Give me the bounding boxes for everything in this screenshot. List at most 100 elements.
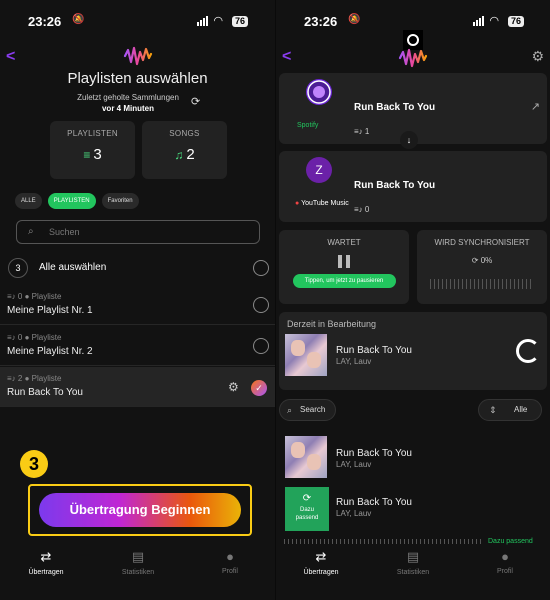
wifi-icon: ◠ — [214, 15, 223, 27]
step-number-badge: 3 — [20, 450, 48, 478]
battery-indicator: 76 — [508, 16, 525, 27]
divider-ticks — [284, 539, 484, 544]
nav-transfer[interactable]: ⇄ Übertragen — [16, 549, 76, 576]
target-track-count: ≡♪ 0 — [354, 205, 370, 214]
playlist-name: Meine Playlist Nr. 1 — [7, 305, 93, 316]
status-time: 23:26 — [304, 14, 338, 29]
filter-chip-all[interactable]: ALLE — [15, 193, 42, 209]
filter-chips: ALLE PLAYLISTEN Favoriten — [15, 193, 139, 209]
back-arrow-icon[interactable]: < — [282, 48, 291, 66]
processing-song-title: Run Back To You — [336, 345, 412, 356]
nav-transfer-label: Übertragen — [303, 569, 339, 576]
nav-statistics-label: Statistiken — [396, 569, 430, 576]
profile-icon: ● — [226, 549, 234, 564]
sync-progress-ticks — [430, 279, 534, 289]
spotify-avatar-icon — [306, 79, 332, 105]
transfer-icon: ⇄ — [315, 549, 327, 564]
signal-icon — [473, 16, 484, 26]
transfer-progress-screen: 23:26 🔕 ◠ 76 < ⚙ Spotify Run Back To You… — [275, 0, 550, 600]
playlists-stat-card: PLAYLISTEN ≡ 3 — [50, 121, 135, 179]
select-all-checkbox[interactable] — [253, 260, 269, 276]
playlist-meta: ≡♪ 0 ● Playliste — [7, 292, 62, 301]
spotify-logo: Spotify — [297, 122, 319, 129]
arrow-down-icon: ↓ — [400, 131, 418, 149]
syncing-card: WIRD SYNCHRONISIERT ⟳ 0% — [417, 230, 547, 304]
sort-icon: ⇕ — [489, 405, 497, 415]
checkmark-icon[interactable]: ✓ — [251, 380, 267, 396]
back-arrow-icon[interactable]: < — [6, 48, 15, 66]
playlists-stat-value: 3 — [93, 146, 102, 163]
refresh-icon[interactable]: ⟳ — [191, 95, 200, 108]
matched-label-partial: Dazu passend — [488, 538, 533, 545]
track-search-label: Search — [300, 405, 326, 414]
start-button-highlight: Übertragung Beginnen — [28, 484, 252, 536]
pause-icon — [338, 255, 350, 268]
track-filter-select[interactable]: ⇕ Alle — [478, 399, 542, 421]
nav-profile-label: Profil — [222, 568, 238, 575]
playlist-row[interactable]: ≡♪ 0 ● Playliste Meine Playlist Nr. 1 — [0, 285, 275, 325]
search-icon: ⌕ — [28, 226, 34, 237]
nav-profile-label: Profil — [497, 568, 513, 575]
nav-transfer[interactable]: ⇄ Übertragen — [291, 549, 351, 576]
playlist-settings-gear-icon[interactable]: ⚙ — [228, 380, 239, 394]
songs-stat-card: SONGS ♫ 2 — [142, 121, 227, 179]
filter-chip-favorites[interactable]: Favoriten — [101, 193, 139, 209]
transfer-icon: ⇄ — [40, 549, 52, 564]
waiting-label: WARTET — [327, 238, 361, 247]
playlist-selection-screen: 23:26 🔕 ◠ 76 < Playlisten auswählen Zule… — [0, 0, 275, 600]
mute-bell-icon: 🔕 — [72, 14, 85, 25]
track-search-button[interactable]: ⌕ Search — [279, 399, 336, 421]
processing-label: Derzeit in Bearbeitung — [287, 319, 377, 329]
app-logo-icon — [123, 46, 153, 66]
nav-profile[interactable]: ● Profil — [200, 549, 260, 575]
track-title: Run Back To You — [336, 497, 412, 508]
settings-gear-icon[interactable]: ⚙ — [531, 48, 544, 65]
music-note-icon: ♫ — [174, 148, 184, 162]
track-title: Run Back To You — [336, 448, 412, 459]
select-all-label: Alle auswählen — [39, 262, 107, 273]
signal-icon — [197, 16, 208, 26]
playlists-stat-label: PLAYLISTEN — [67, 129, 118, 138]
track-artist: LAY, Lauv — [336, 509, 372, 518]
target-playlist-title: Run Back To You — [354, 180, 436, 191]
nav-statistics[interactable]: ▤ Statistiken — [383, 549, 443, 576]
playlist-row[interactable]: ≡♪ 0 ● Playliste Meine Playlist Nr. 2 — [0, 326, 275, 366]
start-transfer-button[interactable]: Übertragung Beginnen — [39, 493, 241, 527]
loading-spinner-icon — [516, 339, 540, 363]
songs-stat-label: SONGS — [169, 129, 200, 138]
search-icon: ⌕ — [287, 405, 293, 415]
matched-badge: ⟳ Dazu passend — [285, 487, 329, 531]
stats-icon: ▤ — [406, 549, 420, 564]
target-playlist-card[interactable]: Z ● YouTube Music Run Back To You ≡♪ 0 — [279, 151, 547, 222]
search-input[interactable]: ⌕ Suchen — [16, 220, 260, 244]
matched-badge-label: Dazu passend — [295, 507, 319, 521]
mute-bell-icon: 🔕 — [348, 14, 361, 25]
album-cover — [285, 334, 327, 376]
playlist-row-selected[interactable]: ≡♪ 2 ● Playliste Run Back To You ⚙ ✓ — [0, 367, 275, 407]
app-logo-icon — [398, 48, 428, 68]
app-logo — [398, 28, 428, 68]
currently-processing-card: Derzeit in Bearbeitung Run Back To You L… — [279, 312, 547, 390]
syncing-label: WIRD SYNCHRONISIERT — [434, 238, 530, 247]
nav-statistics[interactable]: ▤ Statistiken — [108, 549, 168, 576]
battery-indicator: 76 — [232, 16, 249, 27]
filter-chip-playlists[interactable]: PLAYLISTEN — [47, 193, 96, 209]
youtube-music-logo: ● YouTube Music — [295, 200, 349, 207]
sync-icon: ⟳ — [302, 493, 312, 504]
external-link-icon[interactable]: ↗ — [531, 100, 540, 113]
playlist-meta: ≡♪ 0 ● Playliste — [7, 333, 62, 342]
playlist-meta: ≡♪ 2 ● Playliste — [7, 374, 62, 383]
select-all-count: 3 — [8, 258, 28, 278]
playlist-icon: ≡ — [83, 148, 91, 162]
playlist-checkbox[interactable] — [253, 297, 269, 313]
select-all-row[interactable]: 3 Alle auswählen — [0, 258, 275, 278]
last-fetch-info: Zuletzt geholte Sammlungen vor 4 Minuten — [58, 92, 198, 114]
playlist-checkbox[interactable] — [253, 338, 269, 354]
wifi-icon: ◠ — [490, 15, 499, 27]
pause-now-button[interactable]: Tippen, um jetzt zu pausieren — [292, 274, 396, 288]
source-playlist-title: Run Back To You — [354, 102, 436, 113]
playlist-name: Meine Playlist Nr. 2 — [7, 346, 93, 357]
nav-profile[interactable]: ● Profil — [475, 549, 535, 575]
playlist-name: Run Back To You — [7, 387, 83, 398]
profile-icon: ● — [501, 549, 509, 564]
